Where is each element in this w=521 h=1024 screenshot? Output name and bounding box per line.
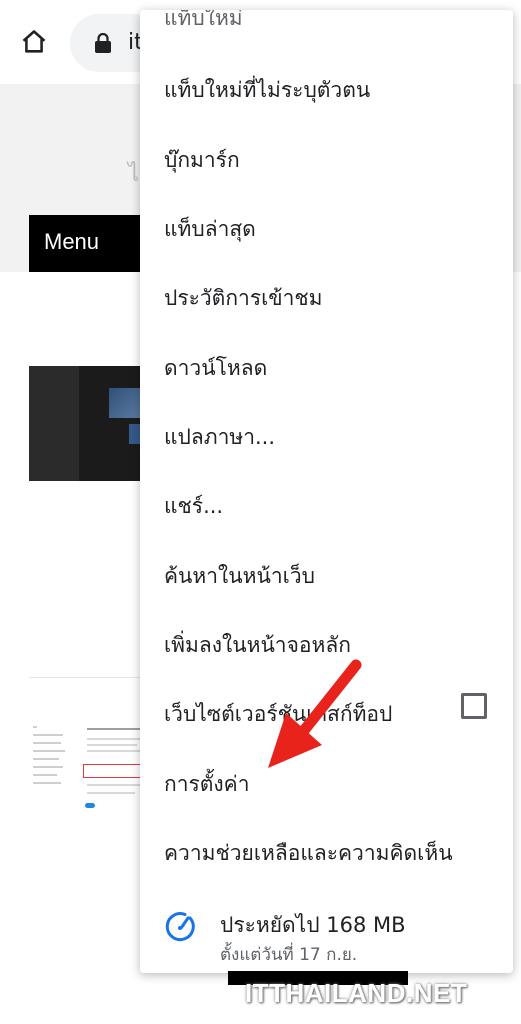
menu-item-new-tab[interactable]: แท็บใหม่ xyxy=(164,10,243,35)
menu-item-history[interactable]: ประวัติการเข้าชม xyxy=(164,284,323,312)
data-saver-title[interactable]: ประหยัดไป 168 MB xyxy=(220,909,406,942)
site-menu-label: Menu xyxy=(44,229,100,254)
home-icon xyxy=(22,30,46,53)
home-button[interactable] xyxy=(18,26,50,58)
divider xyxy=(29,677,149,678)
menu-item-find-in-page[interactable]: ค้นหาในหน้าเว็บ xyxy=(164,562,315,590)
menu-item-translate[interactable]: แปลภาษา... xyxy=(164,423,275,451)
lock-icon xyxy=(95,33,111,53)
page-title-fragment: ไ xyxy=(128,162,140,187)
overflow-menu: แท็บใหม่ แท็บใหม่ที่ไม่ระบุตัวตน บุ๊กมาร… xyxy=(140,10,513,973)
article-thumbnail-dark[interactable] xyxy=(29,366,149,481)
menu-item-bookmarks[interactable]: บุ๊กมาร์ก xyxy=(164,146,240,174)
desktop-site-checkbox[interactable] xyxy=(461,693,487,719)
speedometer-icon xyxy=(165,912,195,942)
data-saver-subtitle: ตั้งแต่วันที่ 17 ก.ย. xyxy=(220,945,358,965)
menu-item-recent-tabs[interactable]: แท็บล่าสุด xyxy=(164,215,256,243)
menu-item-add-to-home-screen[interactable]: เพิ่มลงในหน้าจอหลัก xyxy=(164,631,351,659)
menu-item-help-feedback[interactable]: ความช่วยเหลือและความคิดเห็น xyxy=(164,839,453,867)
menu-item-settings[interactable]: การตั้งค่า xyxy=(164,770,250,798)
menu-item-downloads[interactable]: ดาวน์โหลด xyxy=(164,354,267,382)
article-thumbnail-light[interactable] xyxy=(29,720,155,810)
menu-item-share[interactable]: แชร์... xyxy=(164,492,223,520)
watermark-text: ITTHAILAND.NET xyxy=(245,978,468,1008)
menu-item-incognito-tab[interactable]: แท็บใหม่ที่ไม่ระบุตัวตน xyxy=(164,76,370,104)
menu-item-desktop-site[interactable]: เว็บไซต์เวอร์ชันเดสก์ท็อป xyxy=(164,700,392,728)
